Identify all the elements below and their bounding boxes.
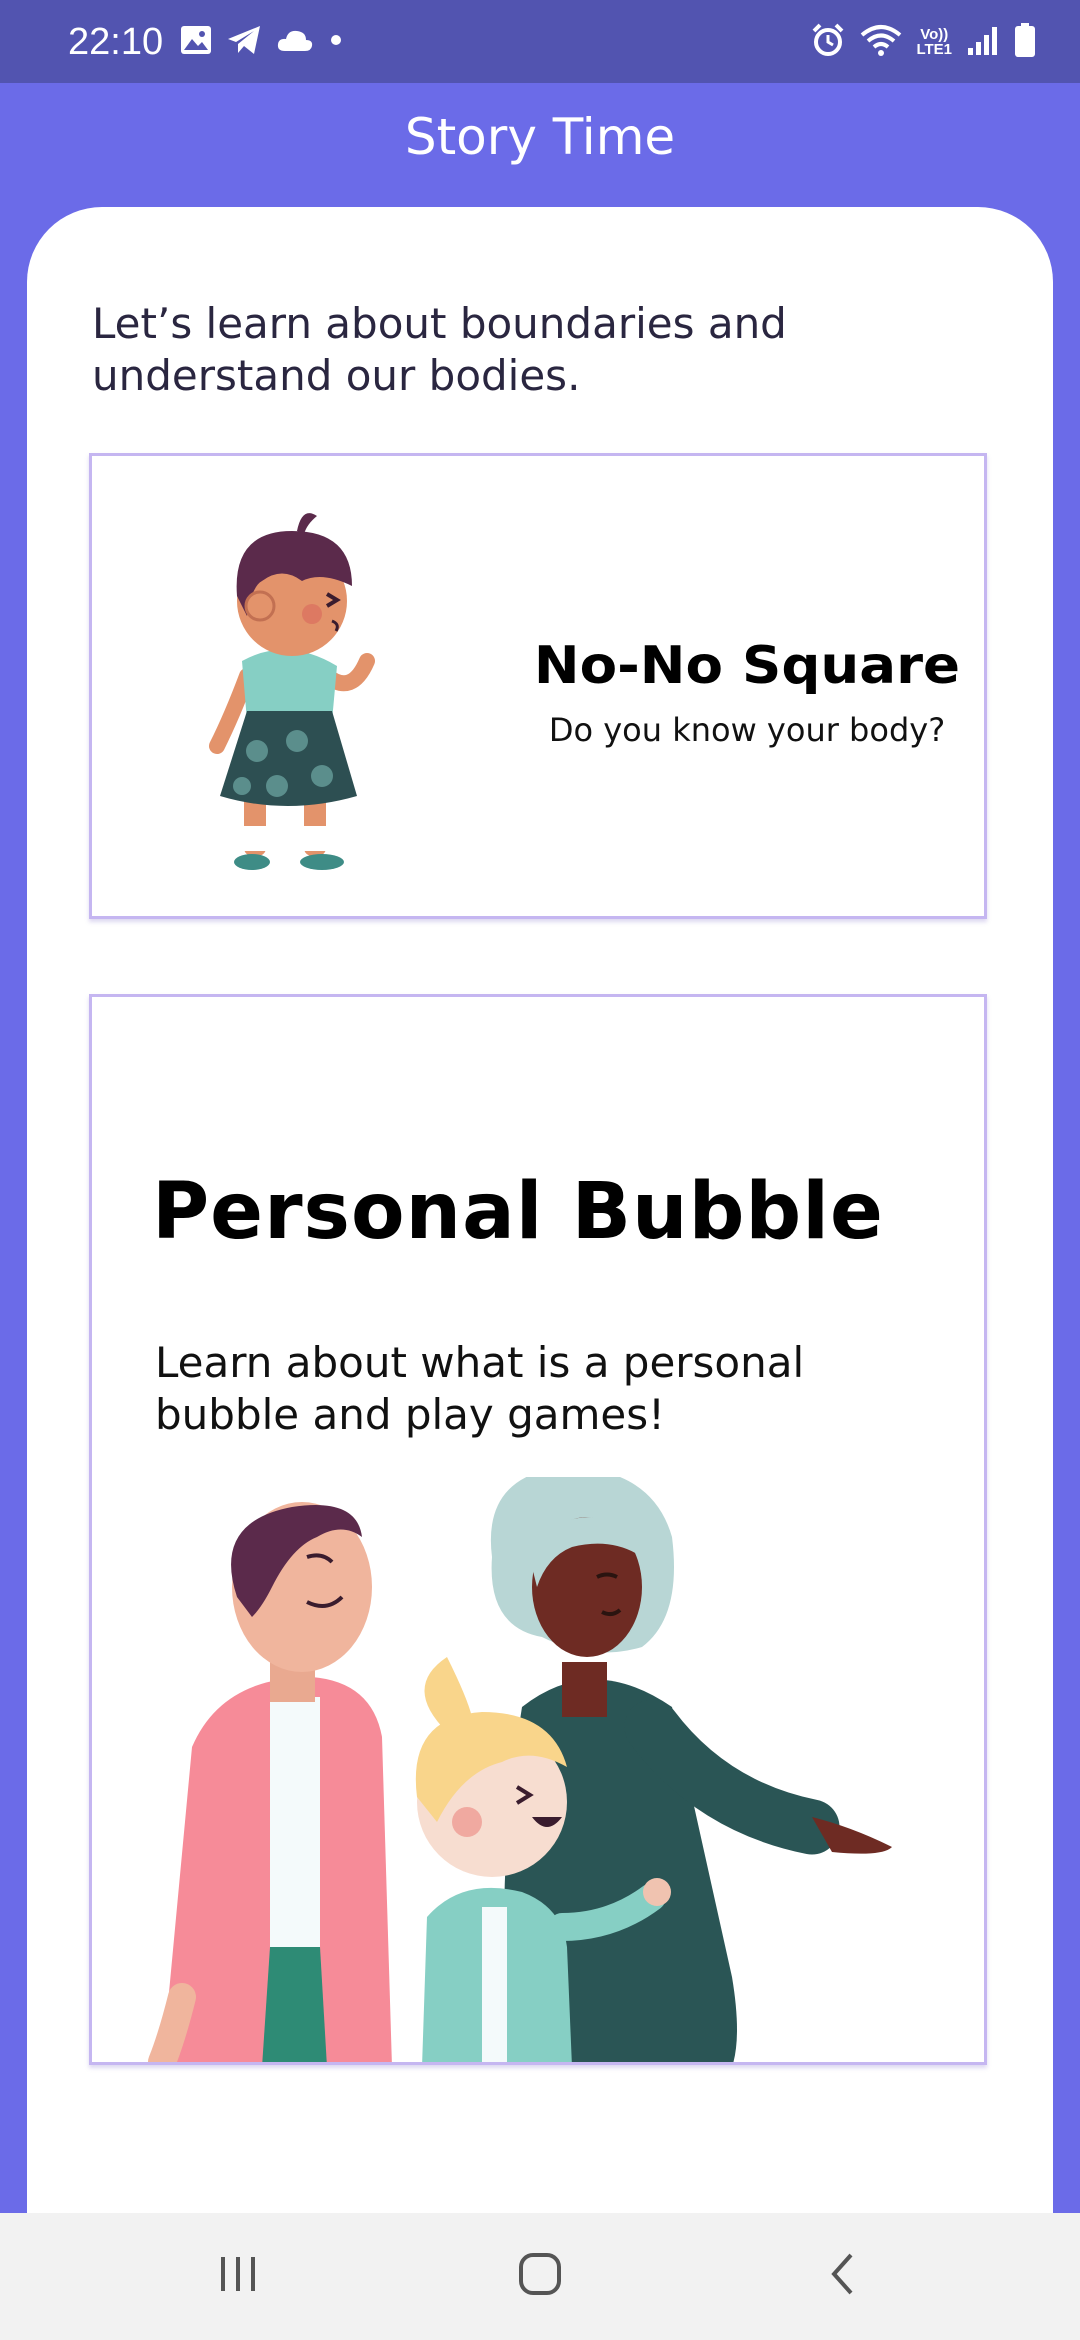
personal-bubble-card[interactable]: Personal Bubble Learn about what is a pe… bbox=[89, 994, 987, 2065]
dot-icon bbox=[328, 32, 344, 52]
status-left-icons bbox=[180, 24, 344, 60]
page-title: Story Time bbox=[404, 108, 676, 166]
recents-icon bbox=[216, 2254, 260, 2298]
status-right-icons: Vo)) LTE1 bbox=[810, 22, 1036, 62]
telegram-icon bbox=[226, 24, 262, 60]
wifi-icon bbox=[860, 23, 902, 61]
no-no-square-title: No-No Square bbox=[533, 636, 961, 696]
home-button[interactable] bbox=[500, 2241, 580, 2311]
no-no-square-card[interactable]: No-No Square Do you know your body? bbox=[89, 453, 987, 919]
app-header: Story Time bbox=[0, 83, 1080, 208]
cloud-icon bbox=[276, 27, 314, 57]
recents-button[interactable] bbox=[198, 2241, 278, 2311]
intro-text: Let’s learn about boundaries and underst… bbox=[92, 299, 787, 400]
personal-bubble-subtitle: Learn about what is a personal bubble an… bbox=[155, 1338, 805, 1439]
child-illustration bbox=[192, 486, 432, 886]
back-icon bbox=[827, 2252, 857, 2300]
navigation-bar bbox=[0, 2213, 1080, 2340]
alarm-icon bbox=[810, 22, 846, 62]
network-label-bottom: LTE1 bbox=[916, 41, 952, 58]
no-no-square-subtitle: Do you know your body? bbox=[548, 711, 946, 749]
family-illustration bbox=[92, 1467, 984, 2062]
personal-bubble-title: Personal Bubble bbox=[152, 1167, 884, 1257]
signal-icon bbox=[966, 24, 1000, 60]
battery-icon bbox=[1014, 22, 1036, 62]
home-icon bbox=[517, 2251, 563, 2301]
lte-badge: Vo)) LTE1 bbox=[916, 27, 952, 57]
status-time: 22:10 bbox=[68, 21, 164, 63]
status-bar: 22:10 Vo)) LTE1 bbox=[0, 0, 1080, 83]
back-button[interactable] bbox=[802, 2241, 882, 2311]
image-icon bbox=[180, 25, 212, 59]
network-label-top: Vo)) bbox=[920, 26, 949, 43]
